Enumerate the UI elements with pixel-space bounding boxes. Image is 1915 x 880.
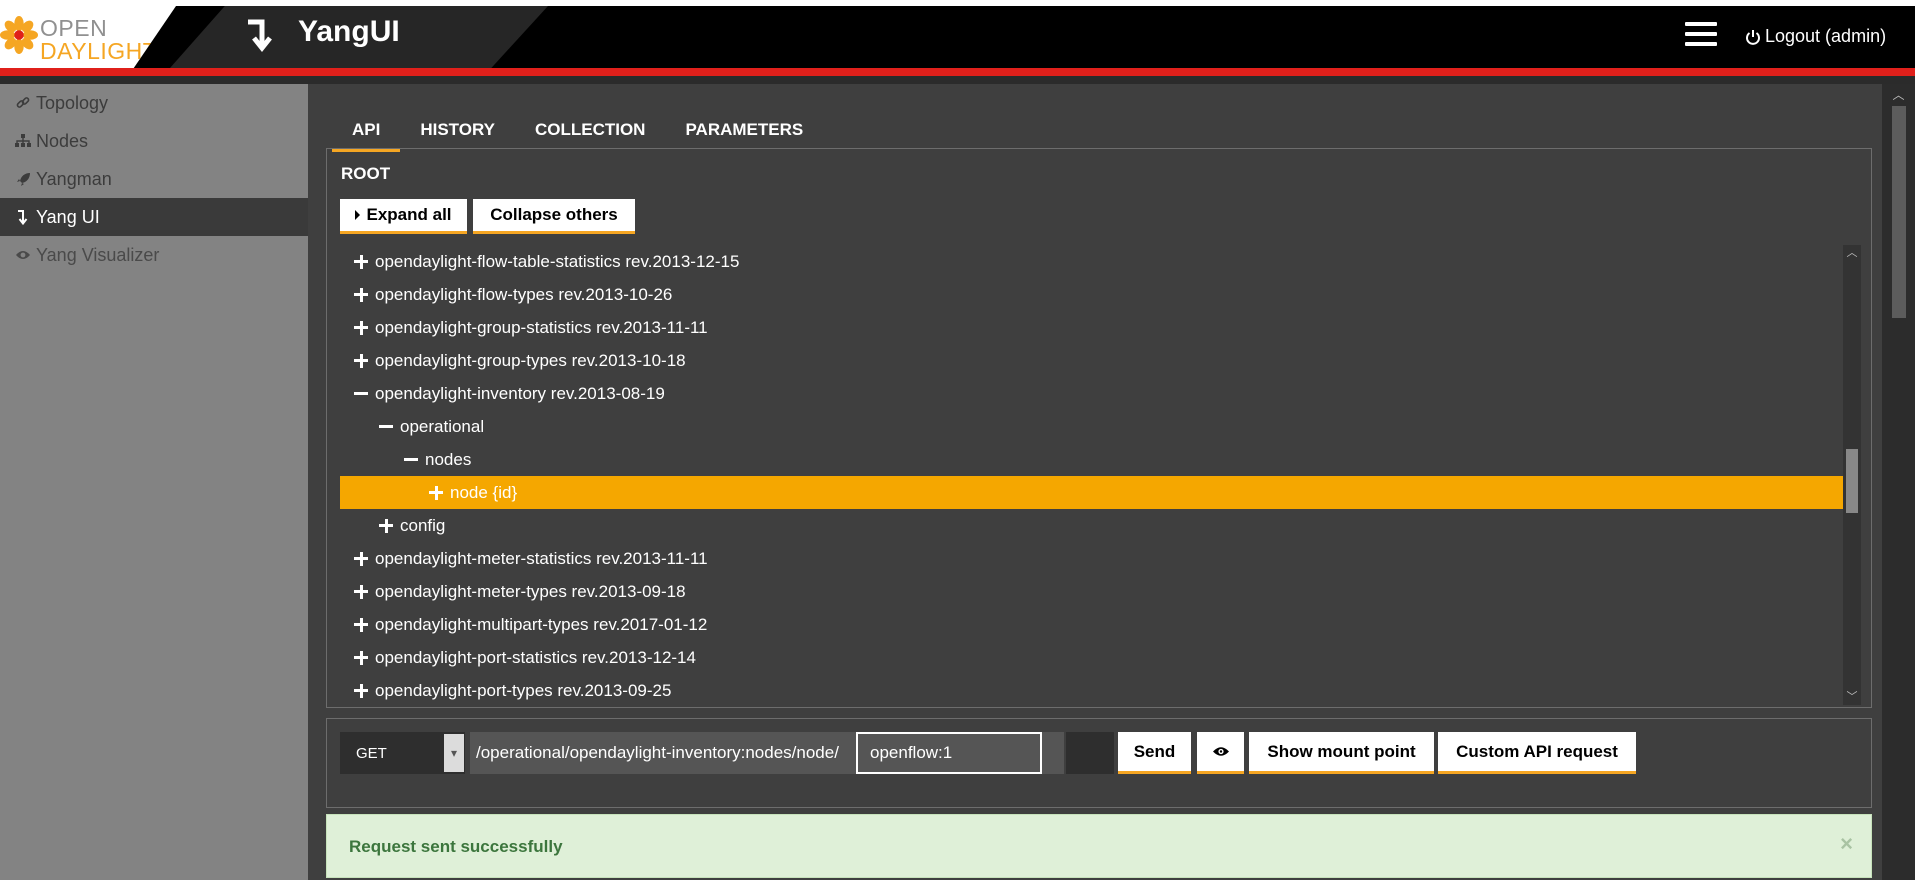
daylight-flower-icon xyxy=(0,16,38,54)
tab-api[interactable]: API xyxy=(332,108,401,152)
collapse-others-label: Collapse others xyxy=(490,205,618,224)
sitemap-icon xyxy=(14,133,32,149)
tab-parameters[interactable]: PARAMETERS xyxy=(665,108,823,152)
page-scrollbar[interactable]: ︿ xyxy=(1882,84,1915,880)
sidebar-item-nodes[interactable]: Nodes xyxy=(0,122,308,160)
send-label: Send xyxy=(1133,741,1176,761)
main-content: API HISTORY COLLECTION PARAMETERS ROOT E… xyxy=(308,84,1882,880)
eye-icon xyxy=(14,247,32,263)
hamburger-menu-icon[interactable] xyxy=(1685,22,1717,48)
tree-node[interactable]: opendaylight-inventory rev.2013-08-19 xyxy=(340,377,1843,410)
chevron-down-icon[interactable]: ﹀ xyxy=(1843,689,1861,705)
minus-icon[interactable] xyxy=(354,387,368,401)
send-button[interactable]: Send xyxy=(1118,732,1191,774)
turn-down-icon xyxy=(14,209,32,225)
plus-icon[interactable] xyxy=(354,584,368,599)
plus-icon[interactable] xyxy=(354,320,368,335)
sidebar: Topology Nodes Yangman Yang UI Yang Visu… xyxy=(0,84,308,880)
tree-node[interactable]: opendaylight-flow-types rev.2013-10-26 xyxy=(340,278,1843,311)
header-dark-line xyxy=(0,76,1915,84)
chevron-up-icon[interactable]: ︿ xyxy=(1882,86,1915,102)
tree-node-selected[interactable]: node {id} xyxy=(340,476,1843,509)
plus-icon[interactable] xyxy=(354,551,368,566)
request-spacer xyxy=(1066,732,1114,774)
logout-label: Logout (admin) xyxy=(1765,26,1887,46)
sidebar-item-label: Nodes xyxy=(36,130,89,151)
sidebar-item-label: Topology xyxy=(36,92,109,113)
alert-message: Request sent successfully xyxy=(349,837,563,856)
expand-all-label: Expand all xyxy=(366,205,452,224)
root-label: ROOT xyxy=(341,164,391,183)
tree-node[interactable]: operational xyxy=(340,410,1843,443)
sidebar-item-label: Yang Visualizer xyxy=(36,244,160,265)
plus-icon[interactable] xyxy=(354,353,368,368)
plus-icon[interactable] xyxy=(354,617,368,632)
sidebar-item-yang-ui[interactable]: Yang UI xyxy=(0,198,308,236)
tree-node[interactable]: opendaylight-meter-types rev.2013-09-18 xyxy=(340,575,1843,608)
rocket-icon xyxy=(14,171,32,187)
tree-node[interactable]: opendaylight-group-types rev.2013-10-18 xyxy=(340,344,1843,377)
plus-icon[interactable] xyxy=(354,650,368,665)
close-icon[interactable]: × xyxy=(1840,831,1853,857)
tree-node[interactable]: opendaylight-meter-statistics rev.2013-1… xyxy=(340,542,1843,575)
app-title: YangUI xyxy=(298,15,400,48)
sidebar-item-yangman[interactable]: Yangman xyxy=(0,160,308,198)
plus-icon[interactable] xyxy=(354,254,368,269)
tree-node[interactable]: opendaylight-group-statistics rev.2013-1… xyxy=(340,311,1843,344)
tree-scrollbar-thumb[interactable] xyxy=(1846,449,1858,513)
power-icon xyxy=(1746,29,1760,45)
tab-collection[interactable]: COLLECTION xyxy=(515,108,666,152)
header-top-strip xyxy=(0,0,1915,6)
sidebar-item-label: Yangman xyxy=(36,168,112,189)
plus-icon[interactable] xyxy=(429,485,443,500)
success-alert: Request sent successfully × xyxy=(326,814,1872,878)
turn-down-icon xyxy=(248,19,272,52)
page-scrollbar-thumb[interactable] xyxy=(1892,106,1906,318)
sidebar-item-yang-visualizer[interactable]: Yang Visualizer xyxy=(0,236,308,274)
custom-api-request-button[interactable]: Custom API request xyxy=(1438,732,1636,774)
collapse-others-button[interactable]: Collapse others xyxy=(473,199,635,234)
expand-all-button[interactable]: Expand all xyxy=(340,199,467,234)
plus-icon[interactable] xyxy=(354,287,368,302)
tree-node[interactable]: opendaylight-multipart-types rev.2017-01… xyxy=(340,608,1843,641)
api-path-text: /operational/opendaylight-inventory:node… xyxy=(476,743,839,762)
tree-node[interactable]: opendaylight-port-statistics rev.2013-12… xyxy=(340,641,1843,674)
tree-node[interactable]: opendaylight-port-types rev.2013-09-25 xyxy=(340,674,1843,707)
tab-history[interactable]: HISTORY xyxy=(400,108,515,152)
custom-api-request-label: Custom API request xyxy=(1456,741,1618,761)
tab-bar: API HISTORY COLLECTION PARAMETERS xyxy=(332,108,823,152)
sidebar-item-topology[interactable]: Topology xyxy=(0,84,308,122)
chevron-down-icon[interactable]: ▾ xyxy=(444,734,464,772)
plus-icon[interactable] xyxy=(354,683,368,698)
minus-icon[interactable] xyxy=(404,453,418,467)
chevron-up-icon[interactable]: ︿ xyxy=(1843,245,1861,261)
tree-scrollbar[interactable]: ︿ ﹀ xyxy=(1843,245,1861,705)
http-method-value: GET xyxy=(356,744,387,762)
show-mount-point-button[interactable]: Show mount point xyxy=(1249,732,1434,774)
node-id-input[interactable] xyxy=(856,732,1042,774)
tree-node[interactable]: opendaylight-flow-table-statistics rev.2… xyxy=(340,245,1843,278)
sidebar-item-label: Yang UI xyxy=(36,206,100,227)
header-red-line xyxy=(0,68,1915,76)
show-mount-point-label: Show mount point xyxy=(1267,741,1416,761)
tree-node[interactable]: nodes xyxy=(340,443,1843,476)
tree-node[interactable]: config xyxy=(340,509,1843,542)
link-icon xyxy=(14,95,32,111)
module-tree: opendaylight-flow-table-statistics rev.2… xyxy=(340,245,1843,708)
logout-button[interactable]: Logout (admin) xyxy=(1745,26,1886,47)
plus-icon[interactable] xyxy=(379,518,393,533)
caret-right-icon xyxy=(355,210,361,220)
preview-button[interactable] xyxy=(1197,732,1244,774)
eye-icon xyxy=(1212,747,1229,756)
minus-icon[interactable] xyxy=(379,420,393,434)
